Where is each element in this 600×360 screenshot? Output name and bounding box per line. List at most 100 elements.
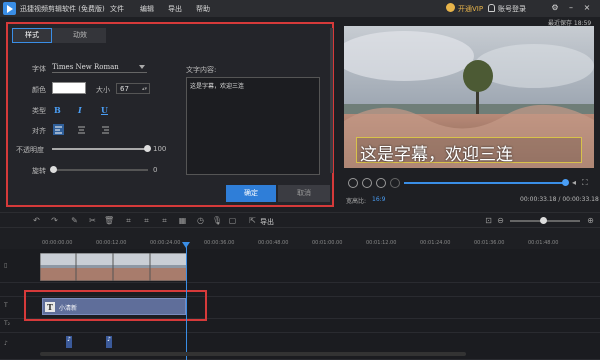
- crop-icon[interactable]: ⌗: [124, 216, 133, 225]
- play-icon[interactable]: [362, 178, 372, 188]
- menu-help[interactable]: 帮助: [196, 4, 210, 14]
- underline-button[interactable]: U: [101, 105, 108, 115]
- vip-button[interactable]: 开通VIP: [458, 4, 483, 14]
- size-value: 67: [120, 85, 129, 93]
- cancel-button[interactable]: 取消: [278, 185, 330, 202]
- italic-button[interactable]: I: [78, 105, 82, 115]
- ruler-tick: 00:00:12.00: [96, 240, 127, 246]
- music-clip[interactable]: ♪: [66, 336, 72, 348]
- export-icon[interactable]: ⇱: [248, 216, 257, 225]
- menu-edit[interactable]: 编辑: [140, 4, 154, 14]
- vip-crown-icon: [446, 3, 455, 12]
- zoom-in-icon[interactable]: ⊕: [586, 216, 595, 225]
- ruler-tick: 00:01:36.00: [474, 240, 505, 246]
- align-label: 对齐: [32, 127, 46, 135]
- menu-export[interactable]: 导出: [168, 4, 182, 14]
- align-center-icon[interactable]: [76, 124, 87, 135]
- font-label: 字体: [32, 65, 46, 73]
- zoom-slider-handle[interactable]: [540, 217, 547, 224]
- user-icon: [488, 4, 495, 12]
- ruler-tick: 00:01:24.00: [420, 240, 451, 246]
- minimize-icon[interactable]: –: [566, 3, 576, 13]
- settings-icon[interactable]: ⚙: [550, 3, 560, 13]
- ruler-tick: 00:01:00.00: [312, 240, 343, 246]
- playback-progress[interactable]: [404, 182, 564, 184]
- delete-icon[interactable]: 🗑: [104, 216, 114, 225]
- opacity-slider[interactable]: [52, 148, 148, 150]
- music-clip[interactable]: ♪: [106, 336, 112, 348]
- edit-toolbar: ↶ ↷ ✎ ✂ 🗑 ⌗ ⌗ ⌗ ▦ ◷ 🎙 ▢ ⇱ 导出 ⊡ ⊖ ⊕: [0, 212, 600, 228]
- stepper-arrows-icon[interactable]: ▴▾: [142, 84, 147, 94]
- rotate-value: 0: [153, 166, 158, 174]
- mosaic-icon[interactable]: ▦: [178, 216, 187, 225]
- align-right-icon[interactable]: [100, 124, 111, 135]
- close-icon[interactable]: ×: [582, 3, 592, 13]
- freeze-icon[interactable]: ⌗: [160, 216, 169, 225]
- opacity-value: 100: [153, 145, 167, 153]
- playhead[interactable]: [186, 243, 187, 360]
- microphone-icon[interactable]: 🎙: [212, 216, 222, 225]
- aspect-ratio-select[interactable]: 16:9: [372, 196, 385, 203]
- ruler-tick: 00:00:48.00: [258, 240, 289, 246]
- video-preview: 这是字幕，欢迎三连: [334, 26, 594, 168]
- dubbing-icon[interactable]: ▢: [228, 216, 237, 225]
- zoom-fit-icon[interactable]: ⊡: [484, 216, 493, 225]
- type-label: 类型: [32, 107, 46, 115]
- volume-icon[interactable]: ◂: [572, 178, 576, 187]
- clock-icon[interactable]: ◷: [196, 216, 205, 225]
- timeline-scrollbar[interactable]: [40, 352, 466, 356]
- text-track-label: T: [4, 302, 8, 309]
- rotate-slider-handle[interactable]: [50, 166, 57, 173]
- menu-file[interactable]: 文件: [110, 4, 124, 14]
- fullscreen-icon[interactable]: ⛶: [582, 178, 588, 188]
- music-track-label: ♪: [4, 340, 8, 347]
- confirm-button[interactable]: 确定: [226, 185, 276, 202]
- ruler-tick: 00:01:12.00: [366, 240, 397, 246]
- speed-icon[interactable]: ⌗: [142, 216, 151, 225]
- rotate-slider[interactable]: [52, 169, 148, 171]
- video-clip-thumbnails: [40, 253, 187, 281]
- text-track-2-label: T₂: [4, 320, 11, 327]
- color-label: 颜色: [32, 86, 46, 94]
- opacity-slider-handle[interactable]: [144, 145, 151, 152]
- edit-icon[interactable]: ✎: [70, 216, 79, 225]
- time-display: 00:00:33.18 / 00:00:33.18: [520, 196, 599, 203]
- highlight-box: [24, 290, 207, 321]
- split-icon[interactable]: ✂: [88, 216, 97, 225]
- text-track-2: [0, 319, 600, 333]
- stop-icon[interactable]: [390, 178, 400, 188]
- ruler-tick: 00:00:00.00: [42, 240, 73, 246]
- tab-animation[interactable]: 动效: [58, 28, 102, 43]
- size-label: 大小: [96, 86, 110, 94]
- rotate-label: 旋转: [32, 167, 46, 175]
- video-track-icon: ▯: [4, 262, 8, 269]
- color-picker[interactable]: [52, 82, 86, 94]
- text-content-input[interactable]: 这是字幕，欢迎三连: [186, 77, 320, 175]
- app-logo-icon: [3, 2, 16, 15]
- aspect-ratio-label: 宽高比:: [346, 198, 367, 205]
- panel-scrollbar[interactable]: [330, 28, 333, 173]
- redo-icon[interactable]: ↷: [50, 216, 59, 225]
- zoom-out-icon[interactable]: ⊖: [496, 216, 505, 225]
- timeline-ruler[interactable]: 00:00:00.00 00:00:12.00 00:00:24.00 00:0…: [0, 232, 600, 248]
- pause-icon[interactable]: [376, 178, 386, 188]
- undo-icon[interactable]: ↶: [32, 216, 41, 225]
- app-title: 迅捷视频剪辑软件 (免费版): [20, 5, 105, 13]
- progress-handle[interactable]: [562, 179, 569, 186]
- ruler-tick: 00:00:36.00: [204, 240, 235, 246]
- login-button[interactable]: 账号登录: [498, 4, 526, 14]
- size-input[interactable]: 67 ▴▾: [116, 83, 150, 94]
- export-button[interactable]: 导出: [260, 217, 274, 227]
- video-clip[interactable]: [40, 253, 187, 281]
- player-controls: ◂ ⛶: [344, 176, 594, 190]
- font-select[interactable]: Times New Roman: [52, 62, 147, 73]
- ruler-tick: 00:01:48.00: [528, 240, 559, 246]
- title-bar: 迅捷视频剪辑软件 (免费版) 文件 编辑 导出 帮助 开通VIP 账号登录 ⚙ …: [0, 0, 600, 17]
- tab-style[interactable]: 样式: [12, 28, 52, 43]
- chevron-down-icon: [139, 65, 145, 69]
- align-left-icon[interactable]: [53, 124, 64, 135]
- subtitle-style-panel: 样式 动效 字体 Times New Roman 颜色 大小 67 ▴▾ 类型 B…: [6, 22, 334, 207]
- rewind-icon[interactable]: [348, 178, 358, 188]
- bold-button[interactable]: B: [54, 105, 61, 115]
- ruler-tick: 00:00:24.00: [150, 240, 181, 246]
